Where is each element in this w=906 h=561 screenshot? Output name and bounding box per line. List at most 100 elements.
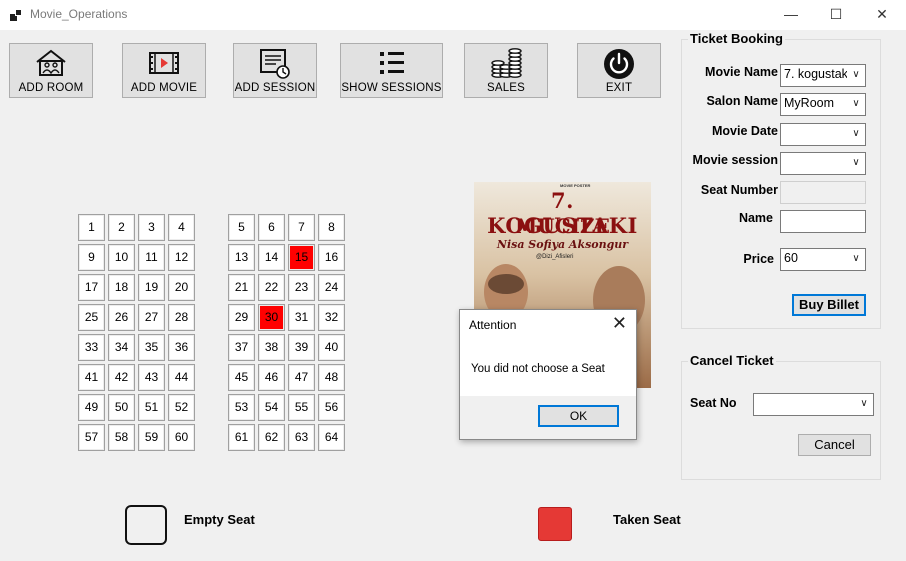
seat-button[interactable]: 63 <box>288 424 315 451</box>
seat-button[interactable]: 62 <box>258 424 285 451</box>
seat-button[interactable]: 10 <box>108 244 135 271</box>
seat-button[interactable]: 42 <box>108 364 135 391</box>
seat-button[interactable]: 23 <box>288 274 315 301</box>
seat-button[interactable]: 21 <box>228 274 255 301</box>
chevron-down-icon: ∨ <box>847 124 865 145</box>
seat-button[interactable]: 28 <box>168 304 195 331</box>
seat-button[interactable]: 51 <box>138 394 165 421</box>
add-session-button[interactable]: ADD SESSION <box>233 43 317 98</box>
seat-button[interactable]: 33 <box>78 334 105 361</box>
seat-button[interactable]: 32 <box>318 304 345 331</box>
seat-button[interactable]: 30 <box>258 304 285 331</box>
name-field[interactable] <box>780 210 866 233</box>
seat-button[interactable]: 54 <box>258 394 285 421</box>
seat-button[interactable]: 1 <box>78 214 105 241</box>
price-select[interactable]: 60 ∨ <box>780 248 866 271</box>
list-icon <box>379 52 404 74</box>
show-sessions-button[interactable]: SHOW SESSIONS <box>340 43 443 98</box>
seat-button[interactable]: 49 <box>78 394 105 421</box>
seat-button[interactable]: 16 <box>318 244 345 271</box>
salon-name-value: MyRoom <box>784 96 835 110</box>
dialog-footer: OK <box>460 396 636 439</box>
seat-button[interactable]: 2 <box>108 214 135 241</box>
seat-button[interactable]: 44 <box>168 364 195 391</box>
buy-billet-button[interactable]: Buy Billet <box>792 294 866 316</box>
minimize-button[interactable]: — <box>768 0 814 30</box>
seat-button[interactable]: 9 <box>78 244 105 271</box>
seat-button[interactable]: 18 <box>108 274 135 301</box>
seat-button[interactable]: 34 <box>108 334 135 361</box>
seat-button[interactable]: 53 <box>228 394 255 421</box>
seat-button[interactable]: 25 <box>78 304 105 331</box>
movie-date-select[interactable]: ∨ <box>780 123 866 146</box>
maximize-button[interactable]: ☐ <box>813 0 859 30</box>
seat-button[interactable]: 41 <box>78 364 105 391</box>
movie-session-label: Movie session <box>692 153 778 167</box>
seat-button[interactable]: 57 <box>78 424 105 451</box>
seat-button[interactable]: 14 <box>258 244 285 271</box>
seat-button[interactable]: 50 <box>108 394 135 421</box>
seat-button[interactable]: 60 <box>168 424 195 451</box>
seat-button[interactable]: 46 <box>258 364 285 391</box>
seat-button[interactable]: 64 <box>318 424 345 451</box>
seat-button[interactable]: 8 <box>318 214 345 241</box>
dialog-message: You did not choose a Seat <box>471 363 605 375</box>
dialog-title: Attention <box>469 318 517 332</box>
seat-button[interactable]: 59 <box>138 424 165 451</box>
seat-button[interactable]: 29 <box>228 304 255 331</box>
seat-button[interactable]: 43 <box>138 364 165 391</box>
seat-button[interactable]: 35 <box>138 334 165 361</box>
seat-no-label: Seat No <box>690 396 737 410</box>
seat-button[interactable]: 3 <box>138 214 165 241</box>
cancel-ticket-group: Cancel Ticket <box>681 353 881 480</box>
add-room-button[interactable]: ADD ROOM <box>9 43 93 98</box>
close-button[interactable]: ✕ <box>859 0 905 30</box>
salon-name-select[interactable]: MyRoom ∨ <box>780 93 866 116</box>
seat-button[interactable]: 40 <box>318 334 345 361</box>
cancel-ticket-button[interactable]: Cancel <box>798 434 871 456</box>
ticket-booking-legend: Ticket Booking <box>688 31 785 46</box>
seat-button[interactable]: 4 <box>168 214 195 241</box>
empty-seat-swatch <box>125 505 167 545</box>
seat-button[interactable]: 48 <box>318 364 345 391</box>
seat-button[interactable]: 22 <box>258 274 285 301</box>
exit-button[interactable]: EXIT <box>577 43 661 98</box>
movie-name-select[interactable]: 7. kogustak ∨ <box>780 64 866 87</box>
seat-button[interactable]: 6 <box>258 214 285 241</box>
seat-button[interactable]: 13 <box>228 244 255 271</box>
seat-button[interactable]: 56 <box>318 394 345 421</box>
seat-button[interactable]: 52 <box>168 394 195 421</box>
price-value: 60 <box>784 251 798 265</box>
seat-no-select[interactable]: ∨ <box>753 393 874 416</box>
seat-button[interactable]: 15 <box>288 244 315 271</box>
dialog-close-icon[interactable]: ✕ <box>612 313 627 334</box>
seat-button[interactable]: 39 <box>288 334 315 361</box>
seat-button[interactable]: 5 <box>228 214 255 241</box>
seat-button[interactable]: 20 <box>168 274 195 301</box>
seat-button[interactable]: 61 <box>228 424 255 451</box>
sales-button[interactable]: SALES <box>464 43 548 98</box>
seat-button[interactable]: 12 <box>168 244 195 271</box>
seat-button[interactable]: 37 <box>228 334 255 361</box>
seat-button[interactable]: 26 <box>108 304 135 331</box>
seat-button[interactable]: 24 <box>318 274 345 301</box>
seat-button[interactable]: 55 <box>288 394 315 421</box>
seat-button[interactable]: 11 <box>138 244 165 271</box>
seat-button[interactable]: 47 <box>288 364 315 391</box>
add-movie-label: ADD MOVIE <box>130 82 198 94</box>
seat-button[interactable]: 17 <box>78 274 105 301</box>
coins-icon <box>491 48 522 78</box>
name-label: Name <box>738 211 773 225</box>
seat-button[interactable]: 45 <box>228 364 255 391</box>
ok-button[interactable]: OK <box>538 405 619 427</box>
movie-session-select[interactable]: ∨ <box>780 152 866 175</box>
add-movie-button[interactable]: ADD MOVIE <box>122 43 206 98</box>
seat-button[interactable]: 38 <box>258 334 285 361</box>
seat-button[interactable]: 19 <box>138 274 165 301</box>
seat-button[interactable]: 36 <box>168 334 195 361</box>
seat-button[interactable]: 7 <box>288 214 315 241</box>
chevron-down-icon: ∨ <box>847 249 865 270</box>
seat-button[interactable]: 31 <box>288 304 315 331</box>
seat-button[interactable]: 27 <box>138 304 165 331</box>
seat-button[interactable]: 58 <box>108 424 135 451</box>
